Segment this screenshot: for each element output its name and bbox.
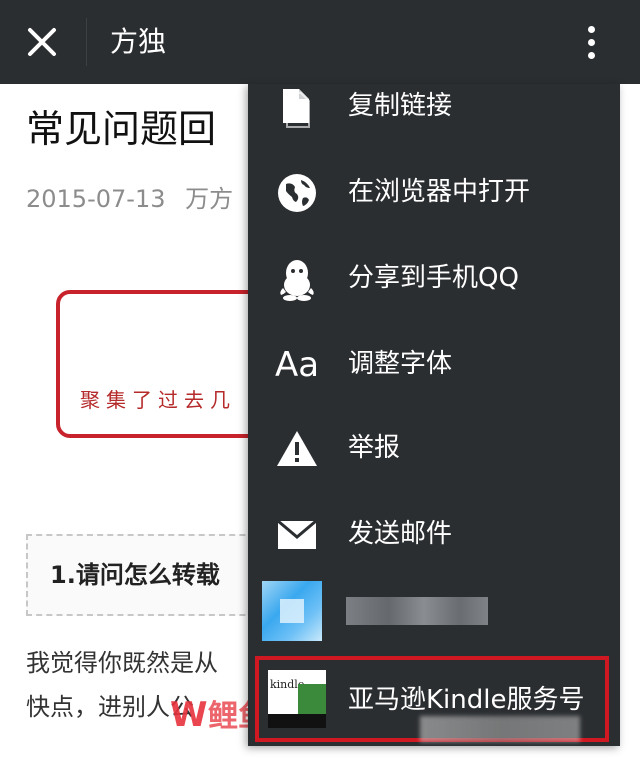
question-heading: 1.请问怎么转载 (50, 561, 220, 589)
globe-icon (274, 170, 320, 216)
blurred-account-name (346, 597, 488, 625)
article-meta: 2015-07-13 万方 (26, 182, 233, 216)
menu-label: 复制链接 (348, 91, 453, 121)
menu-item-copy-link[interactable]: 复制链接 (248, 84, 620, 148)
blurred-avatar (262, 581, 322, 641)
article-author[interactable]: 万方 (185, 185, 233, 213)
article-date: 2015-07-13 (26, 185, 166, 213)
page-title: 方独 (110, 25, 167, 58)
topbar-divider (86, 18, 87, 66)
menu-item-blurred-account[interactable] (248, 581, 620, 643)
share-menu: 复制链接 在浏览器中打开 分享到手机QQ Aa 调整字体 举报 发送邮件 kin… (248, 84, 620, 746)
menu-item-send-mail[interactable]: 发送邮件 (248, 492, 620, 576)
menu-label: 举报 (348, 433, 401, 463)
menu-label: 发送邮件 (348, 519, 453, 549)
menu-item-adjust-font[interactable]: Aa 调整字体 (248, 322, 620, 406)
menu-label: 在浏览器中打开 (348, 177, 531, 207)
svg-text:W: W (170, 695, 208, 735)
menu-item-report[interactable]: 举报 (248, 406, 620, 490)
more-vertical-icon[interactable] (572, 18, 612, 66)
menu-label: 调整字体 (348, 349, 453, 379)
close-icon[interactable] (20, 20, 64, 64)
paragraph-line: 我觉得你既然是从 (26, 649, 218, 677)
qq-penguin-icon (274, 256, 320, 302)
menu-label: 分享到手机QQ (348, 263, 519, 293)
article-title: 常见问题回 (26, 107, 217, 151)
top-bar: 方独 (0, 0, 640, 84)
intro-box-text: 聚集了过去几 (80, 388, 236, 412)
font-size-icon: Aa (274, 345, 320, 385)
blurred-watermark (420, 716, 580, 742)
menu-item-share-qq[interactable]: 分享到手机QQ (248, 236, 620, 320)
mail-icon (274, 512, 320, 558)
warning-icon (274, 426, 320, 472)
menu-item-open-browser[interactable]: 在浏览器中打开 (248, 150, 620, 234)
document-copy-icon (274, 84, 320, 130)
